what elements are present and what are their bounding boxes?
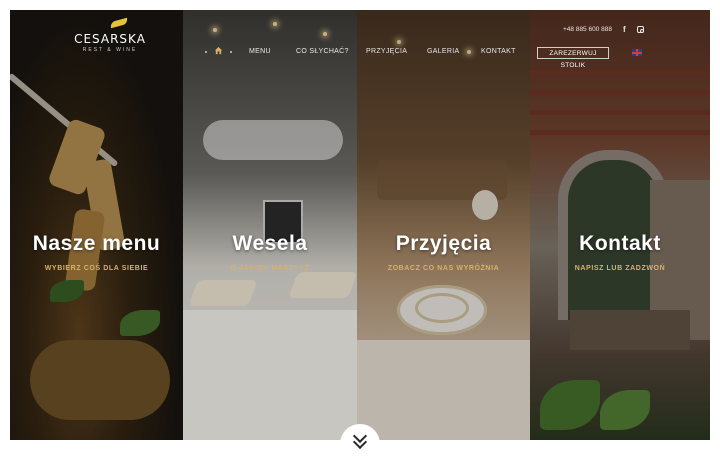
instagram-icon[interactable] [637,26,644,33]
panel-contact[interactable]: Kontakt NAPISZ LUB ZADZWOŃ [530,10,710,440]
nav-item-gallery[interactable]: GALERIA [427,48,459,55]
panel-subtitle: ZOBACZ CO NAS WYRÓŻNIA [387,265,500,272]
nav-item-contact[interactable]: KONTAKT [481,48,516,55]
nav-item-news[interactable]: CO SŁYCHAĆ? [296,48,349,55]
hero-frame: Nasze menu WYBIERZ COŚ DLA SIEBIE Wesela… [10,10,710,440]
nav-item-menu[interactable]: MENU [249,48,271,55]
panel-title: Wesela [232,232,308,255]
panel-menu[interactable]: Nasze menu WYBIERZ COŚ DLA SIEBIE [10,10,183,440]
panel-title: Kontakt [579,232,661,255]
facebook-icon[interactable]: f [623,25,626,34]
panel-subtitle: NAPISZ LUB ZADZWOŃ [574,265,666,272]
nav-separator [230,51,232,53]
nav-separator [205,51,207,53]
brand-name: CESARSKA [74,32,146,46]
panel-title: Nasze menu [32,232,161,255]
panel-subtitle: O JAKICH MARZYSZ [230,265,310,272]
panel-subtitle: WYBIERZ COŚ DLA SIEBIE [44,265,149,272]
phone-number[interactable]: +48 885 600 888 [563,26,612,33]
brand-tagline: REST & WINE [82,47,138,53]
uk-flag-icon[interactable] [632,49,642,56]
scroll-down-button[interactable] [340,424,380,464]
panel-weddings[interactable]: Wesela O JAKICH MARZYSZ [183,10,357,440]
reserve-table-button[interactable]: ZAREZERWUJ STOLIK [537,47,609,69]
panel-title: Przyjęcia [395,232,492,255]
home-icon[interactable] [214,46,223,55]
panel-receptions[interactable]: Przyjęcia ZOBACZ CO NAS WYRÓŻNIA [357,10,530,440]
brand-logo[interactable]: CESARSKA REST & WINE [66,17,154,53]
nav-item-receptions[interactable]: PRZYJĘCIA [366,48,407,55]
